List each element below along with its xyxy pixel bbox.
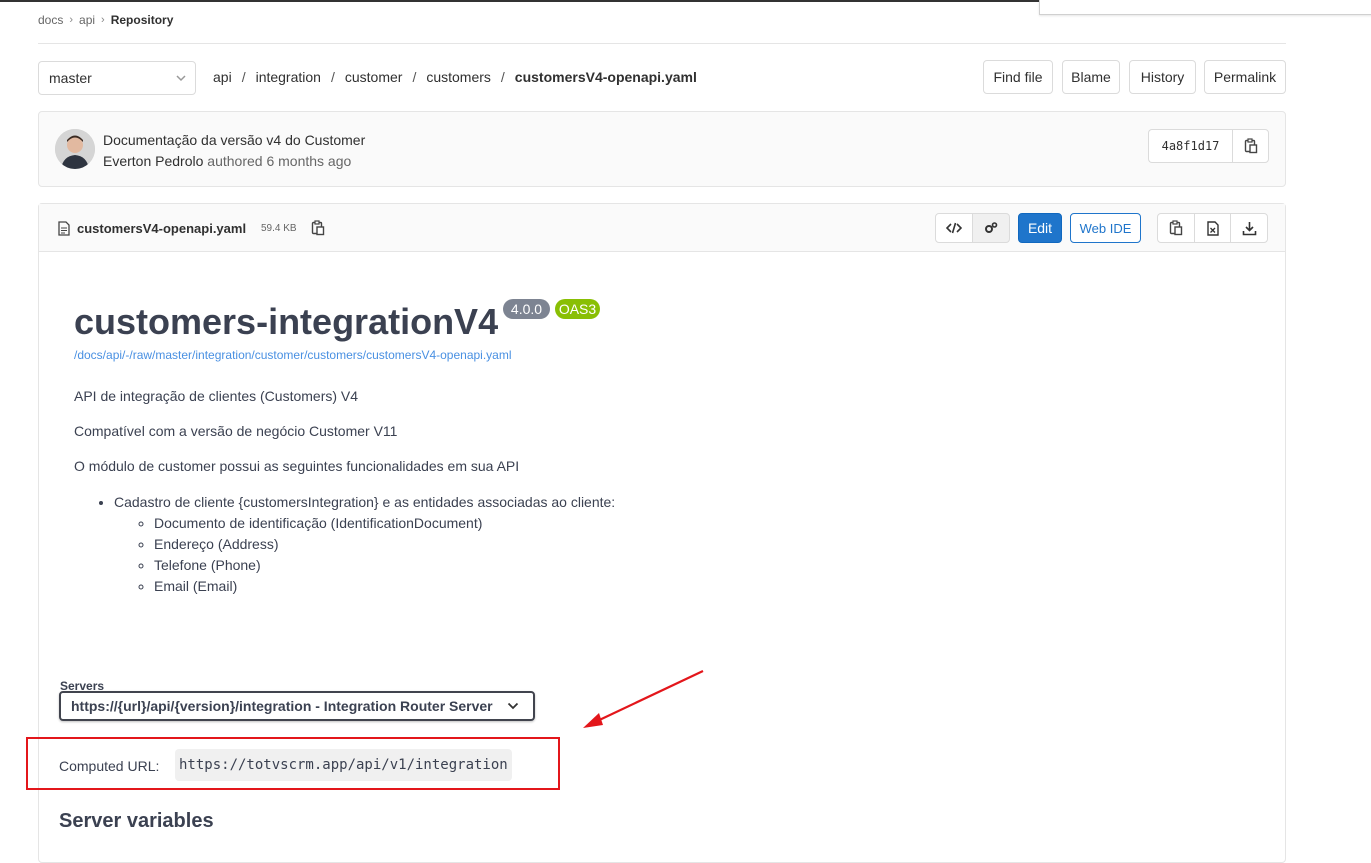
breadcrumb-docs[interactable]: docs [38, 13, 63, 27]
list-item: Documento de identificação (Identificati… [154, 513, 615, 534]
last-commit: Documentação da versão v4 do Customer Ev… [38, 111, 1286, 187]
branch-select[interactable]: master [38, 61, 196, 95]
path-segment[interactable]: customers [426, 69, 491, 85]
server-variables-heading: Server variables [59, 810, 214, 832]
file-actions-group [1157, 213, 1268, 243]
path-separator: / [241, 69, 246, 85]
list-item: Endereço (Address) [154, 534, 615, 555]
download-button[interactable] [1230, 213, 1268, 243]
permalink-button[interactable]: Permalink [1204, 60, 1286, 94]
source-view-button[interactable] [935, 213, 973, 243]
path-segment[interactable]: customer [345, 69, 403, 85]
annotation-highlight-box [26, 737, 560, 790]
version-badge: 4.0.0 [503, 299, 550, 319]
chevron-down-icon [176, 75, 186, 82]
api-title: customers-integrationV4 [74, 301, 499, 342]
history-button[interactable]: History [1129, 60, 1196, 94]
path-segment[interactable]: api [213, 69, 232, 85]
list-item: Cadastro de cliente {customersIntegratio… [114, 492, 615, 597]
raw-spec-link[interactable]: /docs/api/-/raw/master/integration/custo… [74, 348, 512, 362]
description-line: O módulo de customer possui as seguintes… [74, 458, 520, 474]
rendered-view-button[interactable] [972, 213, 1010, 243]
servers-selected-value: https://{url}/api/{version}/integration … [71, 698, 493, 714]
copy-contents-button[interactable] [1157, 213, 1195, 243]
branch-label: master [49, 70, 92, 86]
copy-path-icon[interactable] [311, 220, 325, 236]
path-separator: / [412, 69, 417, 85]
commit-sha[interactable]: 4a8f1d17 [1148, 129, 1232, 163]
commit-time: authored 6 months ago [207, 153, 352, 169]
clipboard-icon [1244, 138, 1257, 154]
divider [38, 43, 1286, 44]
copy-sha-button[interactable] [1232, 129, 1269, 163]
code-icon [946, 222, 962, 234]
path-separator: / [330, 69, 335, 85]
clipboard-icon [1169, 220, 1183, 236]
list-item: Email (Email) [154, 576, 615, 597]
list-item-text: Cadastro de cliente {customersIntegratio… [114, 494, 616, 510]
chevron-down-icon [507, 702, 519, 710]
blame-button[interactable]: Blame [1062, 60, 1120, 94]
view-toggle-group [935, 213, 1010, 243]
file-name: customersV4-openapi.yaml [77, 221, 247, 236]
chevron-right-icon: › [69, 14, 74, 26]
path-file[interactable]: customersV4-openapi.yaml [515, 69, 697, 85]
file-icon [58, 221, 70, 236]
description-line: API de integração de clientes (Customers… [74, 388, 359, 404]
list-item: Telefone (Phone) [154, 555, 615, 576]
open-raw-button[interactable] [1194, 213, 1231, 243]
entity-list: Documento de identificação (Identificati… [114, 513, 615, 597]
commit-author[interactable]: Everton Pedrolo [103, 153, 203, 169]
file-path: api / integration / customer / customers… [213, 69, 697, 85]
edit-button[interactable]: Edit [1018, 213, 1062, 243]
oas-badge: OAS3 [555, 299, 600, 319]
servers-select[interactable]: https://{url}/api/{version}/integration … [59, 691, 535, 721]
commit-meta: Everton Pedrolo authored 6 months ago [103, 153, 351, 169]
description-line: Compatível com a versão de negócio Custo… [74, 423, 398, 439]
path-segment[interactable]: integration [256, 69, 321, 85]
avatar[interactable] [55, 129, 95, 169]
popup-edge [1039, 0, 1371, 15]
path-separator: / [500, 69, 505, 85]
file-size: 59.4 KB [261, 223, 297, 234]
avatar-image [55, 129, 95, 169]
breadcrumb-current[interactable]: Repository [111, 13, 174, 27]
chevron-right-icon: › [101, 14, 105, 26]
download-icon [1242, 221, 1256, 235]
raw-file-icon [1206, 220, 1219, 236]
find-file-button[interactable]: Find file [983, 60, 1053, 94]
breadcrumb-api[interactable]: api [79, 13, 95, 27]
commit-title[interactable]: Documentação da versão v4 do Customer [103, 132, 365, 148]
annotation-arrow-icon [583, 670, 704, 728]
feature-list: Cadastro de cliente {customersIntegratio… [74, 492, 615, 597]
file-header: customersV4-openapi.yaml 59.4 KB Edit We… [39, 204, 1285, 252]
breadcrumb: docs › api › Repository [38, 13, 173, 27]
web-ide-button[interactable]: Web IDE [1070, 213, 1141, 243]
gears-icon [985, 222, 998, 233]
